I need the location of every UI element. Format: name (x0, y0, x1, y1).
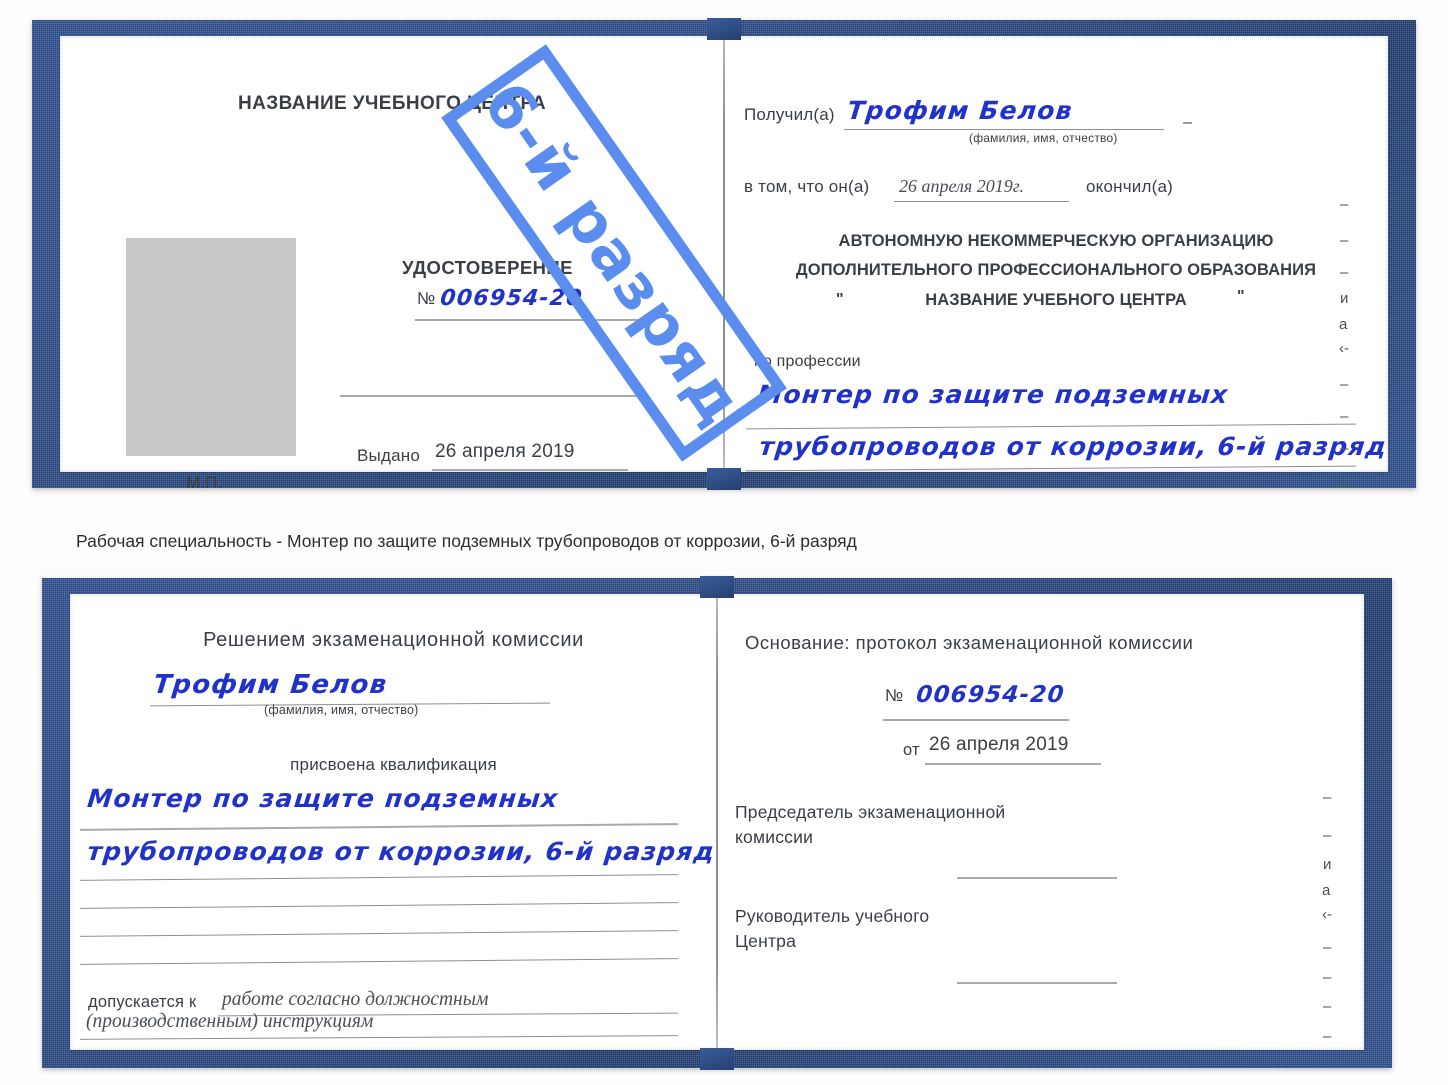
that-label: в том, что он(а) (744, 177, 870, 196)
number-rule (415, 319, 641, 321)
org-line-3: НАЗВАНИЕ УЧЕБНОГО ЦЕНТРА (925, 291, 1187, 309)
that-rule (894, 201, 1069, 202)
certificate-top-right-page: Получил(а) Трофим Белов (фамилия, имя, о… (724, 36, 1389, 491)
protocol-number-value: 006954-20 (915, 682, 1067, 708)
profession-line-1: Монтер по защите подземных (756, 380, 1231, 409)
edge-fragment: а (1339, 316, 1348, 333)
qualification-rule-2 (80, 874, 678, 881)
profession-line-2: трубопроводов от коррозии, 6-й разряд (758, 432, 1389, 461)
received-value: Трофим Белов (846, 96, 1075, 125)
certificate-top-left-page: НАЗВАНИЕ УЧЕБНОГО ЦЕНТРА М.П. УДОСТОВЕРЕ… (60, 36, 724, 492)
certificate-scan-page: НАЗВАНИЕ УЧЕБНОГО ЦЕНТРА М.П. УДОСТОВЕРЕ… (0, 0, 1448, 1085)
protocol-number-label: № (885, 686, 904, 705)
certificate-bottom-cover: Решением экзаменационной комиссии Трофим… (42, 576, 1392, 1070)
edge-fragment: – (1323, 789, 1332, 806)
received-label: Получил(а) (744, 105, 835, 124)
issued-value: 26 апреля 2019 (435, 441, 575, 462)
edge-fragment: и (1323, 856, 1332, 873)
received-edge-dash: – (1183, 114, 1193, 131)
protocol-date-rule (925, 763, 1101, 765)
received-rule (844, 129, 1164, 130)
edge-fragment: – (1323, 969, 1332, 986)
admitted-label: допускается к (88, 993, 197, 1011)
qualification-rule-1 (80, 823, 678, 831)
edge-fragment: а (1322, 882, 1331, 899)
protocol-number-rule (883, 719, 1069, 721)
org-line-1: АВТОНОМНУЮ НЕКОММЕРЧЕСКУЮ ОРГАНИЗАЦИЮ (838, 232, 1274, 250)
certificate-top-cover: НАЗВАНИЕ УЧЕБНОГО ЦЕНТРА М.П. УДОСТОВЕРЕ… (32, 18, 1416, 492)
profession-rule-1 (746, 423, 1356, 430)
spine-notch-bottom (707, 468, 741, 490)
certificate-number-value: 006954-20 (439, 286, 585, 311)
edge-fragment: – (1323, 1028, 1332, 1045)
edge-fragment: – (1340, 440, 1349, 457)
org-line-2: ДОПОЛНИТЕЛЬНОГО ПРОФЕССИОНАЛЬНОГО ОБРАЗО… (795, 261, 1317, 279)
blank-rule-a (80, 902, 678, 909)
head-line-2: Центра (735, 931, 797, 951)
admitted-value-line-2: (производственным) инструкциям (86, 1011, 374, 1032)
certificate-bottom-paper: Решением экзаменационной комиссии Трофим… (70, 594, 1364, 1050)
edge-fragment: – (1323, 998, 1332, 1015)
training-center-heading: НАЗВАНИЕ УЧЕБНОГО ЦЕНТРА (238, 93, 546, 114)
certificate-bottom-right-page: Основание: протокол экзаменационной коми… (717, 594, 1364, 1050)
profession-rule-2 (746, 465, 1356, 472)
seal-label: М.П. (186, 473, 223, 492)
qualification-line-2: трубопроводов от коррозии, 6-й разряд (86, 837, 717, 866)
edge-fragment: ‹- (1339, 340, 1349, 357)
finished-label: окончил(а) (1086, 177, 1173, 196)
issued-rule (432, 469, 628, 471)
edge-fragment: – (1340, 376, 1349, 393)
qualification-label: присвоена квалификация (290, 755, 497, 774)
edge-fragment: – (1323, 939, 1332, 956)
admitted-rule-2 (80, 1035, 678, 1040)
spine-notch-bottom (700, 1048, 734, 1070)
edge-fragment: и (1340, 290, 1349, 307)
head-line-1: Руководитель учебного (735, 906, 930, 926)
recipient-name-hint: (фамилия, имя, отчество) (264, 703, 419, 717)
commission-decision-heading: Решением экзаменационной комиссии (203, 629, 584, 651)
spine-notch-top (700, 576, 734, 598)
photo-placeholder (126, 238, 296, 456)
recipient-name-value: Трофим Белов (152, 670, 389, 700)
document-title: УДОСТОВЕРЕНИЕ (402, 257, 573, 278)
chairman-line-2: комиссии (735, 827, 814, 847)
admitted-value-line-1: работе согласно должностным (222, 989, 489, 1010)
protocol-date-label: от (903, 741, 920, 759)
chairman-line-1: Председатель экзаменационной (735, 802, 1006, 822)
qualification-line-1: Монтер по защите подземных (86, 784, 561, 813)
edge-fragment: – (1340, 232, 1349, 249)
org-quote-close: " (1237, 288, 1245, 305)
blank-rule-b (80, 930, 678, 937)
certificate-bottom-left-page: Решением экзаменационной комиссии Трофим… (70, 594, 717, 1050)
certificate-top-paper: НАЗВАНИЕ УЧЕБНОГО ЦЕНТРА М.П. УДОСТОВЕРЕ… (60, 36, 1389, 492)
blank-rule-c (80, 958, 678, 965)
number-label: № (417, 289, 436, 308)
page-caption: Рабочая специальность - Монтер по защите… (76, 531, 857, 551)
head-signature-rule (957, 982, 1117, 984)
edge-fragment: ‹- (1322, 906, 1332, 923)
spine-notch-top (707, 18, 741, 40)
edge-fragment: – (1340, 196, 1349, 213)
profession-label: по профессии (754, 353, 861, 370)
protocol-date-value: 26 апреля 2019 (929, 734, 1069, 755)
edge-fragment: – (1323, 827, 1332, 844)
that-value: 26 апреля 2019г. (899, 176, 1025, 196)
issued-label: Выдано (357, 446, 420, 465)
edge-fragment: – (1340, 474, 1349, 491)
chairman-signature-rule (957, 877, 1117, 879)
basis-label: Основание: протокол экзаменационной коми… (745, 632, 1194, 653)
received-hint: (фамилия, имя, отчество) (969, 131, 1118, 145)
edge-fragment: – (1340, 408, 1349, 425)
org-quote-open: " (836, 291, 844, 308)
edge-fragment: – (1340, 264, 1349, 281)
blank-rule-1 (340, 395, 640, 397)
